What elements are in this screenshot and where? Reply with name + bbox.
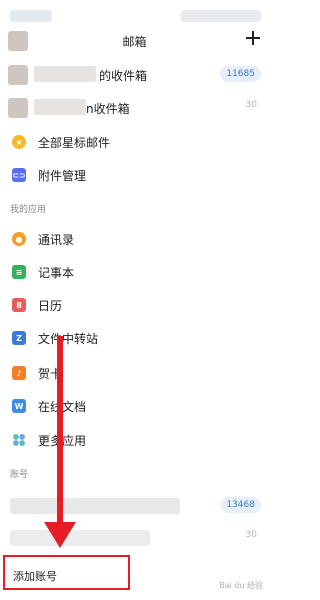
account-email-blurred [34, 99, 86, 115]
account-email-blurred [10, 530, 150, 546]
avatar [8, 98, 28, 118]
app-item-calendar[interactable]: 8 日历 [0, 289, 269, 321]
attachment-icon: ⊂⊃ [12, 168, 26, 182]
app-item-more[interactable]: 更多应用 [0, 424, 269, 456]
account-row[interactable]: 13468 [0, 490, 269, 522]
greeting-card-icon: ♪ [12, 366, 26, 380]
watermark: Bai du 经验 [219, 581, 263, 590]
inbox-label: n收件箱 [86, 102, 130, 116]
menu-item-label: 全部星标邮件 [38, 136, 111, 150]
file-transfer-icon: Z [12, 331, 26, 345]
annotation-arrow-head [44, 522, 76, 548]
add-account-button[interactable]: 添加账号 [3, 555, 130, 590]
add-icon[interactable] [245, 30, 261, 46]
notes-icon: ≡ [12, 265, 26, 279]
app-item-online-docs[interactable]: W 在线文档 [0, 390, 269, 422]
account-inbox-row[interactable]: 的收件箱 11685 [0, 59, 269, 91]
menu-item-attachments[interactable]: ⊂⊃ 附件管理 [0, 159, 269, 191]
section-title-accounts: 账号 [10, 470, 29, 480]
account-email-blurred [10, 498, 180, 514]
menu-item-label: 通讯录 [38, 233, 75, 247]
status-bar-left [10, 10, 52, 22]
menu-item-label: 文件中转站 [38, 332, 99, 346]
more-apps-icon [12, 433, 26, 447]
app-item-contacts[interactable]: ● 通讯录 [0, 223, 269, 255]
menu-item-label: 记事本 [38, 266, 75, 280]
unread-badge: 11685 [220, 66, 261, 82]
avatar [8, 65, 28, 85]
unread-count: 30 [245, 100, 257, 110]
account-email-blurred [34, 66, 96, 82]
menu-item-label: 日历 [38, 299, 63, 313]
account-row[interactable]: 30 [0, 522, 269, 554]
contacts-icon: ● [12, 232, 26, 246]
add-account-label: 添加账号 [13, 570, 57, 583]
annotation-arrow-shaft [57, 336, 63, 526]
online-docs-icon: W [12, 399, 26, 413]
page-title: 邮箱 [122, 35, 147, 49]
account-inbox-row[interactable]: n收件箱 30 [0, 92, 269, 124]
calendar-icon: 8 [12, 298, 26, 312]
star-icon: ★ [12, 135, 26, 149]
avatar [8, 31, 28, 51]
inbox-label: 的收件箱 [99, 69, 148, 83]
unread-count: 30 [245, 530, 257, 540]
menu-item-starred[interactable]: ★ 全部星标邮件 [0, 126, 269, 158]
section-title-apps: 我的应用 [10, 205, 47, 215]
menu-item-label: 附件管理 [38, 169, 87, 183]
app-item-notes[interactable]: ≡ 记事本 [0, 256, 269, 288]
status-bar-right [181, 10, 261, 22]
unread-badge: 13468 [220, 497, 261, 513]
app-item-file-transfer[interactable]: Z 文件中转站 [0, 322, 269, 354]
app-item-greeting-card[interactable]: ♪ 贺卡 [0, 357, 269, 389]
